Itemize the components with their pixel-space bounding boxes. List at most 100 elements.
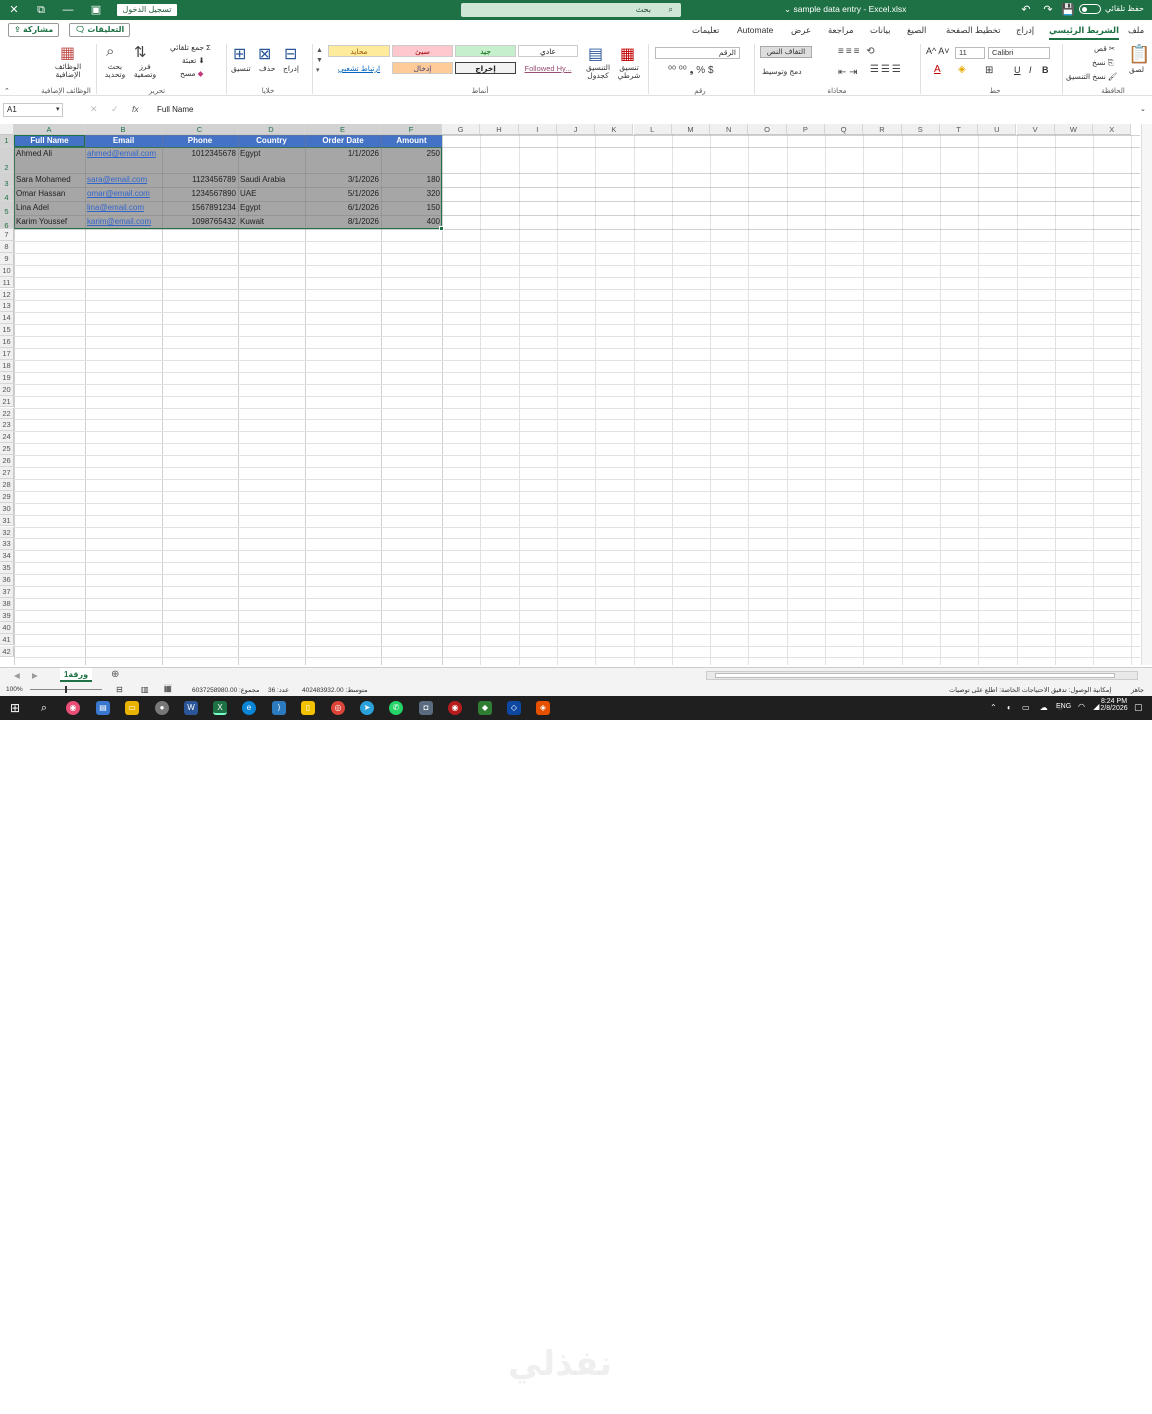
row-header[interactable]: 28	[0, 478, 14, 491]
row-header[interactable]: 16	[0, 336, 14, 348]
column-header-h[interactable]: H	[480, 124, 519, 135]
row-header[interactable]: 15	[0, 324, 14, 337]
row-header[interactable]: 37	[0, 586, 14, 598]
share-button[interactable]: ⇪ مشاركة	[8, 23, 60, 37]
row-header[interactable]: 6	[0, 215, 14, 230]
normal-view-icon[interactable]: ▦	[164, 684, 172, 693]
column-header-o[interactable]: O	[748, 124, 787, 135]
column-header-c[interactable]: C	[162, 124, 238, 135]
row-header[interactable]: 34	[0, 550, 14, 563]
tab-review[interactable]: مراجعة	[828, 25, 854, 36]
horizontal-align-icons[interactable]: ☰☰☰	[870, 64, 903, 75]
folder-icon[interactable]: ▭	[125, 701, 139, 715]
table-header-cell[interactable]: Amount	[381, 135, 442, 147]
row-header[interactable]: 24	[0, 431, 14, 444]
column-header-v[interactable]: V	[1016, 124, 1055, 135]
row-header[interactable]: 36	[0, 574, 14, 586]
table-cell[interactable]: 1123456789	[164, 173, 236, 187]
fill-handle[interactable]	[439, 226, 444, 231]
wrap-text-button[interactable]: التفاف النص	[760, 46, 812, 58]
number-format-icons[interactable]: ⁰⁰ ⁰⁰ ❟ % $	[668, 65, 714, 76]
table-cell[interactable]: 250	[383, 147, 440, 173]
column-header-m[interactable]: M	[671, 124, 711, 135]
tab-page-layout[interactable]: تخطيط الصفحة	[946, 25, 1001, 36]
word-icon[interactable]: W	[184, 701, 198, 715]
format-cells-button[interactable]: تنسيق	[231, 64, 251, 73]
row-header[interactable]: 27	[0, 467, 14, 479]
vscode-icon[interactable]: ⟩	[272, 701, 286, 715]
conditional-format-icon[interactable]: ▦	[620, 44, 635, 64]
addins-icon[interactable]: ▦	[60, 43, 75, 63]
table-header-cell[interactable]: Phone	[162, 135, 238, 147]
restore-icon[interactable]: ⧉	[27, 0, 55, 20]
whatsapp-icon[interactable]: ✆	[389, 701, 403, 715]
insert-cells-icon[interactable]: ⊟	[284, 44, 297, 64]
table-cell[interactable]: Sara Mohamed	[16, 173, 83, 187]
save-icon[interactable]: 💾	[1054, 0, 1082, 20]
clear-button[interactable]: مسح ◆	[180, 69, 203, 78]
column-header-e[interactable]: E	[305, 124, 381, 135]
row-header[interactable]: 7	[0, 229, 14, 241]
format-cells-icon[interactable]: ⊞	[233, 44, 246, 64]
row-header[interactable]: 17	[0, 348, 14, 360]
row-header[interactable]: 1	[0, 135, 14, 147]
email-link[interactable]: karim@email.com	[87, 215, 160, 229]
email-link[interactable]: ahmed@email.com	[87, 147, 160, 173]
formula-input[interactable]: Full Name	[157, 105, 193, 114]
tab-formulas[interactable]: الصيغ	[907, 25, 926, 36]
row-header[interactable]: 39	[0, 609, 14, 622]
table-cell[interactable]: 180	[383, 173, 440, 187]
row-header[interactable]: 23	[0, 419, 14, 432]
windows-start-icon[interactable]: ⊞	[8, 701, 22, 715]
row-header[interactable]: 31	[0, 514, 14, 527]
table-cell[interactable]: 1/1/2026	[307, 147, 379, 173]
enter-icon[interactable]: ✓	[111, 104, 119, 115]
find-select-button[interactable]: بحث وتحديد	[101, 63, 129, 79]
table-cell[interactable]: 400	[383, 215, 440, 229]
row-header[interactable]: 11	[0, 276, 14, 289]
excel-icon[interactable]: X	[213, 701, 227, 715]
table-cell[interactable]: Lina Adel	[16, 201, 83, 215]
format-as-table-icon[interactable]: ▤	[588, 44, 603, 64]
tab-home[interactable]: الشريط الرئيسي	[1049, 25, 1120, 40]
table-header-cell[interactable]: Email	[85, 135, 162, 147]
row-header[interactable]: 22	[0, 407, 14, 420]
comments-button[interactable]: 🗨 التعليقات	[69, 23, 131, 37]
bold-icon[interactable]: B	[1042, 65, 1049, 75]
paste-icon[interactable]: 📋	[1128, 44, 1150, 65]
row-header[interactable]: 5	[0, 201, 14, 216]
underline-icon[interactable]: U	[1014, 65, 1021, 75]
format-as-table-button[interactable]: التنسيق كجدول	[583, 64, 613, 80]
row-header[interactable]: 42	[0, 645, 14, 658]
table-cell[interactable]: 3/1/2026	[307, 173, 379, 187]
worksheet-grid[interactable]: A B C D E F G H I J K L M N O P Q R S T U V W X 1 2 3 4 5 6 7 8 9 10 11 12 1…	[0, 124, 1140, 665]
edge-icon[interactable]: e	[242, 701, 256, 715]
row-header[interactable]: 38	[0, 597, 14, 610]
next-sheet-icon[interactable]: ▶	[32, 671, 38, 680]
autosave-toggle[interactable]: حفظ تلقائي	[1078, 4, 1144, 14]
row-header[interactable]: 14	[0, 312, 14, 325]
column-header-b[interactable]: B	[85, 124, 162, 135]
collapse-ribbon-icon[interactable]: ⌃	[4, 87, 10, 95]
row-header[interactable]: 18	[0, 359, 14, 372]
delete-cells-icon[interactable]: ⊠	[258, 44, 271, 64]
email-link[interactable]: lina@email.com	[87, 201, 160, 215]
table-cell[interactable]: 1567891234	[164, 201, 237, 215]
column-header-r[interactable]: R	[863, 124, 902, 135]
column-header-k[interactable]: K	[595, 124, 634, 135]
number-format-select[interactable]: الرقم	[655, 47, 740, 59]
prev-sheet-icon[interactable]: ◀	[14, 671, 20, 680]
row-header[interactable]: 29	[0, 490, 14, 503]
conditional-format-button[interactable]: تنسيق شرطي	[615, 64, 643, 80]
row-header[interactable]: 26	[0, 455, 14, 467]
notes-icon[interactable]: ▯	[301, 701, 315, 715]
table-cell[interactable]: 1234567890	[164, 187, 237, 201]
table-header-cell[interactable]: Country	[238, 135, 305, 147]
style-neutral[interactable]: محايد	[328, 45, 390, 57]
row-header[interactable]: 32	[0, 526, 14, 539]
column-header-l[interactable]: L	[633, 124, 672, 135]
expand-formula-icon[interactable]: ⌄	[1140, 105, 1146, 113]
insert-function-icon[interactable]: fx	[132, 104, 139, 114]
search-box[interactable]: بحث ⌕	[461, 3, 681, 17]
telegram-icon[interactable]: ➤	[360, 701, 374, 715]
